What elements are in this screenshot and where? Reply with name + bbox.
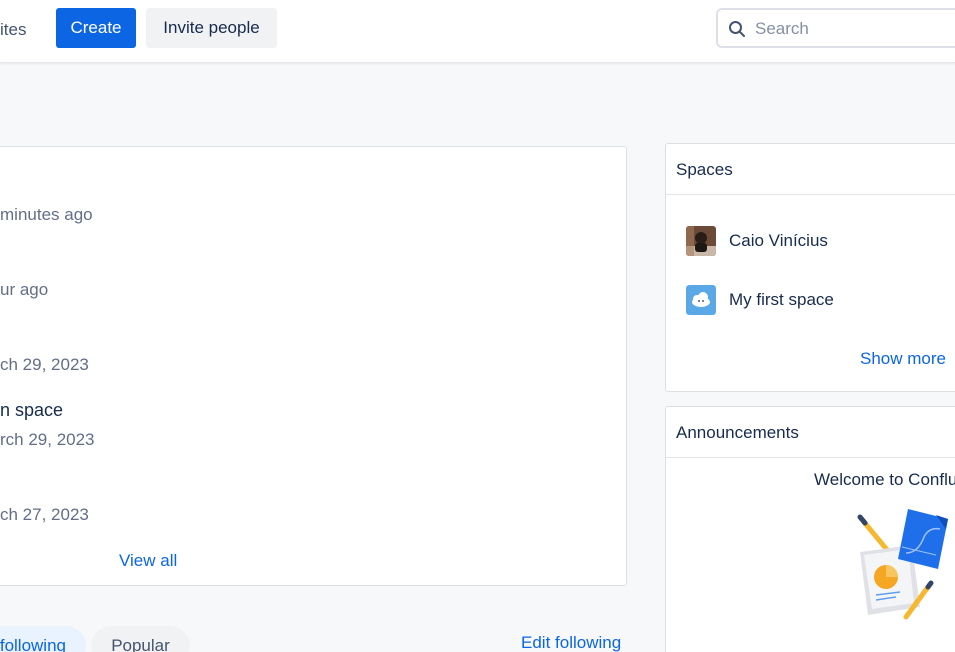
announcements-card-header: Announcements xyxy=(666,407,955,458)
nav-item-templates[interactable]: ites xyxy=(0,20,26,40)
create-button[interactable]: Create xyxy=(56,8,136,48)
view-all-link[interactable]: View all xyxy=(119,551,177,571)
spaces-card-header: Spaces xyxy=(666,144,955,195)
show-more-link[interactable]: Show more xyxy=(860,349,946,369)
recent-activity-card xyxy=(0,146,627,586)
tab-following[interactable]: following xyxy=(0,626,86,652)
tab-following-label: following xyxy=(0,636,66,652)
invite-people-button[interactable]: Invite people xyxy=(146,8,277,48)
spaces-title: Spaces xyxy=(676,160,733,179)
documents-chart-illustration xyxy=(857,509,948,620)
activity-item-meta: rch 29, 2023 xyxy=(0,430,95,449)
activity-item-title[interactable]: n space xyxy=(0,400,63,421)
spaces-card: Spaces Caio Vinícius My first space Show… xyxy=(665,143,955,392)
cloud-space-icon xyxy=(686,285,716,315)
space-name: My first space xyxy=(729,290,834,309)
activity-item-meta: ch 27, 2023 xyxy=(0,505,89,524)
search-icon xyxy=(729,21,745,37)
activity-item-meta: minutes ago xyxy=(0,205,93,224)
search-input[interactable]: Search xyxy=(716,8,955,48)
space-name: Caio Vinícius xyxy=(729,231,828,250)
activity-item-meta: ch 29, 2023 xyxy=(0,355,89,374)
search-placeholder: Search xyxy=(755,19,809,38)
space-item-my-first-space[interactable]: My first space xyxy=(686,285,834,315)
activity-item-meta: ur ago xyxy=(0,280,49,299)
user-photo-avatar xyxy=(686,226,716,256)
edit-following-link[interactable]: Edit following xyxy=(521,633,621,652)
top-navigation: ites Create Invite people Search xyxy=(0,0,955,63)
space-item-caio[interactable]: Caio Vinícius xyxy=(686,226,828,256)
tab-popular[interactable]: Popular xyxy=(91,626,190,652)
announcements-title: Announcements xyxy=(676,423,799,442)
announcements-card: Announcements Welcome to Conflu xyxy=(665,406,955,652)
welcome-heading: Welcome to Conflu xyxy=(814,470,955,489)
